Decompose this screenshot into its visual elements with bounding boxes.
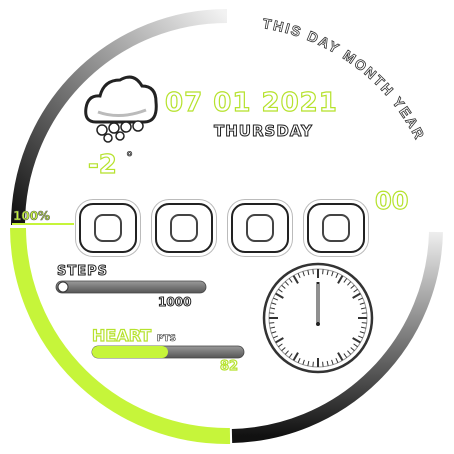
date-text: 07 01 2021 bbox=[164, 87, 338, 118]
steps-label: STEPS bbox=[56, 264, 109, 280]
date-month: 01 bbox=[213, 87, 252, 118]
subdial-tick bbox=[322, 269, 324, 275]
heart-value: 82 bbox=[219, 358, 239, 374]
temperature-value: -2 bbox=[87, 149, 117, 180]
steps-indicator bbox=[57, 281, 69, 293]
subdial-tick bbox=[361, 322, 367, 324]
heart-unit-text: PTS bbox=[156, 334, 177, 345]
subdial-tick bbox=[269, 322, 275, 324]
analog-subdial bbox=[262, 262, 374, 374]
subdial-tick bbox=[269, 312, 275, 314]
watch-face: THIS DAY MONTH YEAR bbox=[10, 9, 443, 445]
time-digit-3 bbox=[231, 203, 289, 253]
time-digit-4 bbox=[307, 203, 365, 253]
temperature-text: -2 ° bbox=[87, 149, 134, 180]
heart-label: HEART PTS bbox=[91, 325, 177, 345]
subdial-tick bbox=[312, 269, 314, 275]
steps-track bbox=[55, 280, 207, 294]
temperature-unit: ° bbox=[125, 150, 134, 167]
subdial-tick bbox=[312, 361, 314, 367]
weekday-text: THURSDAY bbox=[214, 122, 313, 141]
time-digit-1 bbox=[79, 203, 137, 253]
seconds-text: 00 bbox=[374, 186, 409, 215]
battery-label: 100% bbox=[13, 209, 51, 224]
time-digit-2 bbox=[155, 203, 213, 253]
heart-label-text: HEART bbox=[91, 325, 152, 345]
subdial-tick bbox=[361, 312, 367, 314]
steps-value: 1000 bbox=[157, 295, 192, 310]
subdial-tick bbox=[322, 361, 324, 367]
cloud-snow-icon bbox=[84, 75, 158, 143]
date-day: 07 bbox=[164, 87, 204, 118]
date-year: 2021 bbox=[261, 87, 338, 118]
heart-fill bbox=[92, 346, 168, 358]
